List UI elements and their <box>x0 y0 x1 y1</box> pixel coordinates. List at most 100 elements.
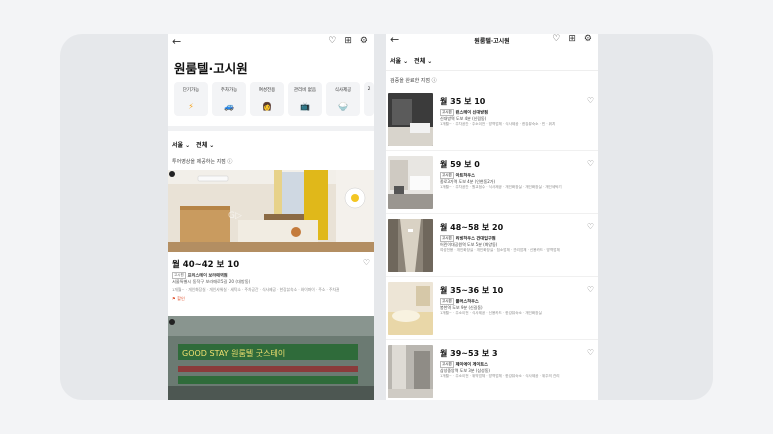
room-photo-image: G▷ <box>168 170 374 252</box>
listing-thumbnail <box>388 156 433 209</box>
category-women-only[interactable]: 여성전용 👩 <box>250 82 284 116</box>
category-label: 2 <box>367 87 371 92</box>
section-label: 검증을 완료한 지점 ⓘ <box>390 78 437 84</box>
heart-outline-icon[interactable]: ♡ <box>587 159 594 168</box>
section-label-text: 검증을 완료한 지점 <box>390 78 430 84</box>
top-bar: ← ♡ ⊞ ⚙ <box>168 36 374 50</box>
listing-name: 리빙하우스 건대입구점 <box>455 235 496 241</box>
region-filter-label: 서울 <box>390 58 402 65</box>
category-screen: ← ♡ ⊞ ⚙ 원룸텔·고시원 단기가능 ⚡ 주차가능 🚙 여성전용 👩 관리비 <box>168 34 374 400</box>
divider <box>386 70 598 71</box>
building-photo-image: GOOD STAY 원룸텔 굿스테이 <box>168 316 374 400</box>
all-filter-label: 전체 <box>196 142 208 149</box>
category-label: 주차가능 <box>220 88 238 93</box>
list-item[interactable]: 월 39~53 보 3 ♡ 고시원 제이에이 게이트스 삼성중앙역 도보 3분 (… <box>386 341 598 400</box>
filter-icon[interactable]: ⚙ <box>360 37 368 46</box>
listing-name: 플러스하우스 <box>455 298 479 304</box>
filter-row: 서울 ⌄ 전체 ⌄ <box>390 56 432 65</box>
listing-badge: 고시원 <box>440 235 454 242</box>
watermark: G▷ <box>228 211 242 221</box>
category-label: 식사제공 <box>334 88 352 93</box>
category-more[interactable]: 2 <box>364 82 374 116</box>
listing-tags: 여성전용 · 개인화장실 · 개인화장실 · 침소업체 · 관리업체 · 신용카… <box>440 248 560 252</box>
lightning-icon: ⚡ <box>188 102 194 111</box>
listing-name: 프리스테이 보라매역점 <box>187 272 228 278</box>
top-actions: ♡ ⊞ ⚙ <box>552 35 592 44</box>
listing-thumbnail <box>388 345 433 398</box>
category-label: 관리비 없음 <box>293 88 317 93</box>
category-parking[interactable]: 주차가능 🚙 <box>212 82 246 116</box>
category-chips: 단기가능 ⚡ 주차가능 🚙 여성전용 👩 관리비 없음 📺 식사제공 🍚 2 <box>174 82 374 116</box>
listing-name: 아트하우스 <box>455 172 475 178</box>
listing-tags: 1개월~ · 주소이전 · 식사제공 · 신용카드 · 한강뷰숙소 · 개인화장… <box>440 311 542 315</box>
all-filter-label: 전체 <box>414 58 426 65</box>
listing-agent: 고시원 제이에이 게이트스 <box>440 361 488 368</box>
listing-tags: 1개월~ · 주소이전 · 위약업체 · 방역업체 · 한강뷰숙소 · 식사제공… <box>440 374 560 378</box>
list-item[interactable]: 월 35~36 보 10 ♡ 고시원 플러스하우스 봉천역 도보 9분 (신길동)… <box>386 278 598 340</box>
all-filter[interactable]: 전체 ⌄ <box>414 56 432 65</box>
listing-badge: 고시원 <box>440 361 454 368</box>
listing-agent: 고시원 아트하우스 <box>440 172 475 179</box>
region-filter-label: 서울 <box>172 142 184 149</box>
list-item[interactable]: 월 59 보 0 ♡ 고시원 아트하우스 종로3가역 도보 4분 (인현동2가) … <box>386 152 598 214</box>
map-icon[interactable]: ⊞ <box>344 37 352 46</box>
listing-badge: 고시원 <box>440 172 454 179</box>
woman-icon: 👩 <box>262 102 272 111</box>
listing-badge: 고시원 <box>440 298 454 305</box>
listing-price: 월 35~36 보 10 <box>440 286 504 295</box>
listing-agent: 고시원 프리스테이 보라매역점 <box>172 272 228 279</box>
category-meals[interactable]: 식사제공 🍚 <box>326 82 360 116</box>
listing-thumbnail <box>388 93 433 146</box>
listing-name: 제이에이 게이트스 <box>455 361 488 367</box>
listing-price: 월 40~42 보 10 <box>172 260 240 270</box>
building-photo[interactable]: GOOD STAY 원룸텔 굿스테이 <box>168 316 374 400</box>
listing-price: 월 59 보 0 <box>440 160 480 169</box>
listing-price: 월 48~58 보 20 <box>440 223 504 232</box>
section-label-text: 투어영상을 제공하는 지점 <box>172 159 226 165</box>
car-icon: 🚙 <box>224 102 234 111</box>
listing-screen: ← 원룸텔·고시원 ♡ ⊞ ⚙ 서울 ⌄ 전체 ⌄ 검증을 완료한 지점 ⓘ 월… <box>386 34 598 400</box>
category-no-fee[interactable]: 관리비 없음 📺 <box>288 82 322 116</box>
heart-outline-icon[interactable]: ♡ <box>587 96 594 105</box>
building-sign: GOOD STAY 원룸텔 굿스테이 <box>182 348 285 358</box>
section-label: 투어영상을 제공하는 지점 ⓘ <box>172 159 233 165</box>
screenshot-stage: ← ♡ ⊞ ⚙ 원룸텔·고시원 단기가능 ⚡ 주차가능 🚙 여성전용 👩 관리비 <box>60 34 713 400</box>
category-label: 단기가능 <box>182 88 200 93</box>
region-filter[interactable]: 서울 ⌄ <box>172 140 190 149</box>
page-title: 원룸텔·고시원 <box>174 61 248 76</box>
heart-outline-icon[interactable]: ♡ <box>328 37 336 46</box>
listing-price: 월 35 보 10 <box>440 97 486 106</box>
listing-thumbnail <box>388 282 433 335</box>
listing-agent: 고시원 플러스하우스 <box>440 298 479 305</box>
list-item[interactable]: 월 48~58 보 20 ♡ 고시원 리빙하우스 건대입구점 어린이대공원역 도보… <box>386 215 598 277</box>
listing-agent: 고시원 리빙하우스 건대입구점 <box>440 235 496 242</box>
listing-tags: 1개월~ · 주차공간 · 원교점수 · 식사제공 · 개인화장실 · 개인화장… <box>440 185 562 189</box>
back-arrow-icon[interactable]: ← <box>172 36 181 47</box>
category-short-term[interactable]: 단기가능 ⚡ <box>174 82 208 116</box>
listing-location: 서울특별시 동작구 보라매로5길 20 (대방동) <box>172 279 251 284</box>
heart-outline-icon[interactable]: ♡ <box>587 222 594 231</box>
region-filter[interactable]: 서울 ⌄ <box>390 56 408 65</box>
listing-badge: 고시원 <box>440 109 454 116</box>
all-filter[interactable]: 전체 ⌄ <box>196 140 214 149</box>
room-photo[interactable]: G▷ <box>168 170 374 252</box>
heart-outline-icon[interactable]: ♡ <box>587 285 594 294</box>
listing-tags: 1개월~ · 개인화장실 · 개인샤워실 · 세탁소 · 주차공간 · 식사제공… <box>172 287 340 292</box>
tv-icon: 📺 <box>300 102 310 111</box>
list-item[interactable]: 월 35 보 10 ♡ 고시원 런스테이 신대방점 신대방역 도보 4분 (신림동… <box>386 89 598 151</box>
rice-bowl-icon: 🍚 <box>338 102 348 111</box>
divider <box>168 126 374 131</box>
listing-thumbnail <box>388 219 433 272</box>
filter-row: 서울 ⌄ 전체 ⌄ <box>172 140 214 149</box>
heart-outline-icon[interactable]: ♡ <box>587 348 594 357</box>
listing-badge: 고시원 <box>172 272 186 279</box>
listing-price: 월 39~53 보 3 <box>440 349 498 358</box>
map-icon[interactable]: ⊞ <box>568 35 576 44</box>
category-label: 여성전용 <box>258 88 276 93</box>
filter-icon[interactable]: ⚙ <box>584 35 592 44</box>
heart-outline-icon[interactable]: ♡ <box>363 258 370 267</box>
fire-icon: ⚑ 할인 <box>172 296 185 301</box>
listing-name: 런스테이 신대방점 <box>455 109 488 115</box>
heart-outline-icon[interactable]: ♡ <box>552 35 560 44</box>
listing-tags: 1개월~ · 주차공간 · 주소이전 · 방역업체 · 식사제공 · 한강뷰숙소… <box>440 122 556 126</box>
